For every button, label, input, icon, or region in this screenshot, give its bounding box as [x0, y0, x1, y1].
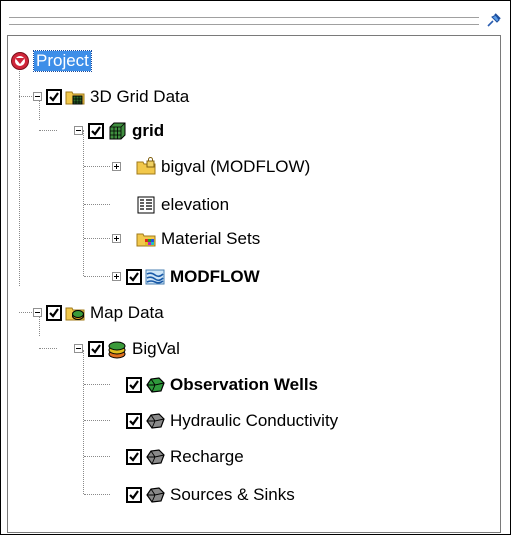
project-tree[interactable]: Project 3D Grid Data grid bigval (MODFLO…	[7, 35, 501, 533]
pin-icon[interactable]	[485, 11, 503, 29]
tree-item-label: Project	[33, 50, 92, 72]
locked-folder-icon	[136, 157, 156, 175]
tree-item-grid[interactable]: grid	[88, 118, 164, 144]
expander-material-sets[interactable]	[112, 234, 121, 243]
tree-item-label: MODFLOW	[170, 267, 260, 286]
checkbox-observation-wells[interactable]	[126, 377, 142, 393]
tree-item-bigval[interactable]: BigVal	[88, 336, 180, 362]
coverage-green-icon	[146, 377, 165, 393]
checkbox-modflow[interactable]	[126, 269, 142, 285]
tree-item-3d-grid-data[interactable]: 3D Grid Data	[46, 84, 189, 110]
grid-icon	[109, 122, 126, 140]
tree-item-hydraulic-conductivity[interactable]: Hydraulic Conductivity	[126, 408, 338, 434]
coverage-gray-icon	[146, 449, 165, 465]
expander-modflow[interactable]	[112, 272, 121, 281]
tree-item-label: Material Sets	[161, 229, 261, 248]
checkbox-3d-grid-data[interactable]	[46, 89, 62, 105]
tree-item-label: Recharge	[170, 447, 244, 466]
expander-3d-grid-data[interactable]	[33, 92, 42, 101]
tree-item-recharge[interactable]: Recharge	[126, 444, 244, 470]
tree-item-label: grid	[132, 121, 165, 140]
tree-item-project[interactable]: Project	[10, 48, 92, 74]
expander-bigval[interactable]	[74, 344, 83, 353]
checkbox-grid[interactable]	[88, 123, 104, 139]
map-folder-icon	[65, 307, 85, 321]
tree-item-label: Hydraulic Conductivity	[170, 411, 339, 430]
conceptual-model-icon	[108, 341, 126, 359]
tree-item-observation-wells[interactable]: Observation Wells	[126, 372, 318, 398]
panel-header	[9, 9, 509, 31]
modflow-icon	[145, 269, 165, 285]
project-icon	[11, 52, 29, 70]
expander-bigval-modflow[interactable]	[112, 162, 121, 171]
dataset-icon	[137, 196, 155, 214]
expander-grid[interactable]	[74, 126, 83, 135]
tree-item-label: Sources & Sinks	[170, 485, 295, 504]
expander-map-data[interactable]	[33, 308, 42, 317]
checkbox-recharge[interactable]	[126, 449, 142, 465]
tree-item-bigval-modflow[interactable]: bigval (MODFLOW)	[136, 154, 310, 180]
tree-item-label: Map Data	[90, 303, 164, 322]
tree-item-elevation[interactable]: elevation	[136, 192, 229, 218]
coverage-gray-icon	[146, 413, 165, 429]
tree-item-label: bigval (MODFLOW)	[161, 157, 311, 176]
project-explorer-panel: Project 3D Grid Data grid bigval (MODFLO…	[0, 0, 511, 535]
tree-item-sources-sinks[interactable]: Sources & Sinks	[126, 482, 295, 508]
tree-item-material-sets[interactable]: Material Sets	[136, 226, 260, 252]
checkbox-map-data[interactable]	[46, 305, 62, 321]
material-folder-icon	[136, 233, 156, 247]
coverage-gray-icon	[146, 487, 165, 503]
tree-item-label: BigVal	[132, 339, 180, 358]
checkbox-hydraulic-conductivity[interactable]	[126, 413, 142, 429]
tree-item-label: elevation	[161, 195, 230, 214]
tree-item-label: 3D Grid Data	[90, 87, 190, 106]
panel-grip[interactable]	[9, 17, 479, 25]
checkbox-sources-sinks[interactable]	[126, 487, 142, 503]
tree-item-label: Observation Wells	[170, 375, 319, 394]
checkbox-bigval[interactable]	[88, 341, 104, 357]
tree-item-modflow[interactable]: MODFLOW	[126, 264, 260, 290]
3d-grid-folder-icon	[65, 91, 85, 105]
tree-item-map-data[interactable]: Map Data	[46, 300, 164, 326]
